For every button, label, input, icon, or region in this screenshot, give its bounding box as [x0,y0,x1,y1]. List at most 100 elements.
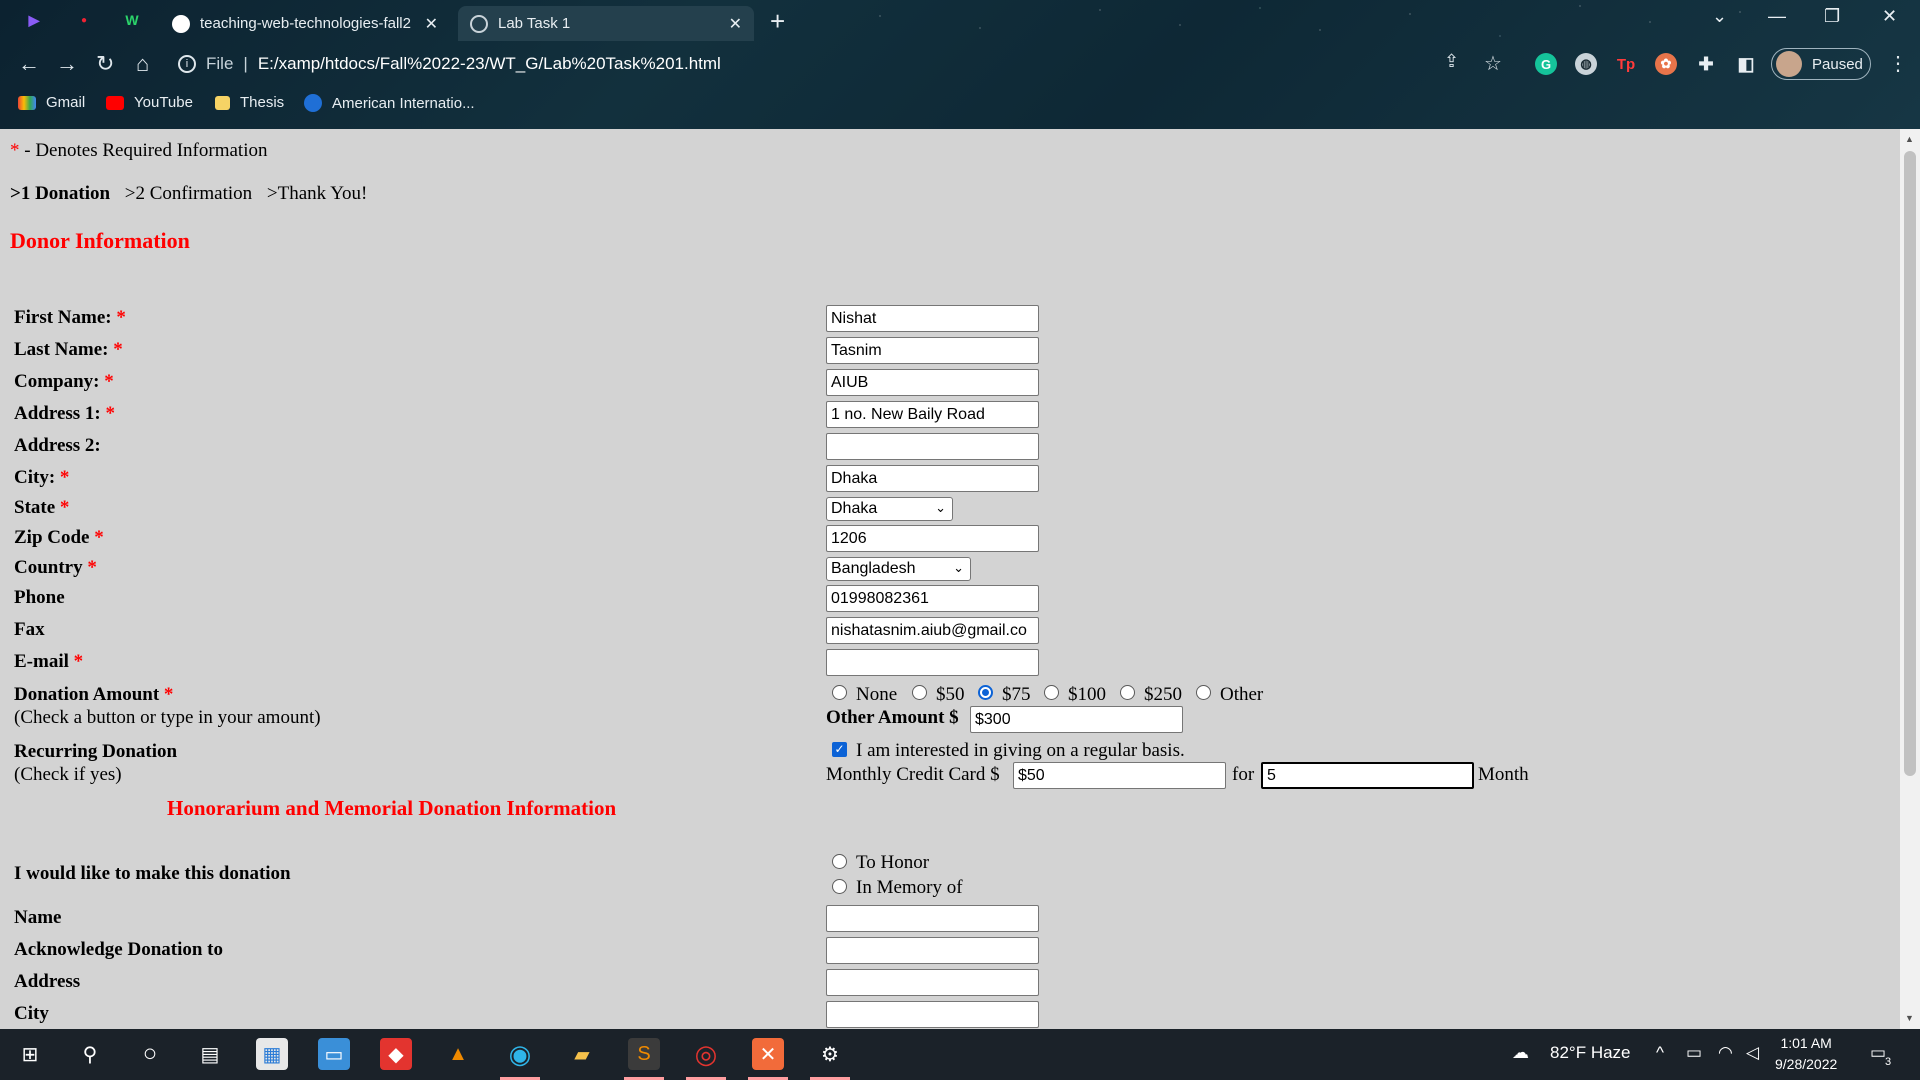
extensions-puzzle-icon[interactable]: ✚ [1695,53,1717,75]
pinned-tab-icon[interactable]: ● [72,8,96,32]
honor-city-label: City [14,1003,49,1024]
other-amount-input[interactable] [970,706,1183,733]
forward-icon[interactable]: → [56,51,78,77]
country-select[interactable]: Bangladesh ⌄ [826,557,971,581]
close-tab-icon[interactable]: ✕ [425,14,438,34]
bookmark-aiub[interactable]: American Internatio... [304,94,475,112]
close-window-button[interactable]: ✕ [1882,6,1897,27]
fax-input[interactable] [826,617,1039,644]
settings-gear-icon[interactable]: ⚙ [814,1038,846,1070]
restore-button[interactable]: ❐ [1824,6,1840,27]
tp-extension-icon[interactable]: Tp [1615,53,1637,75]
tab-search-icon[interactable]: ⌄ [1712,6,1727,27]
git-app-icon[interactable]: ◆ [380,1038,412,1070]
store-icon[interactable]: ▦ [256,1038,288,1070]
pinned-tab-w-icon[interactable]: W [120,8,144,32]
sublime-text-icon[interactable]: S [628,1038,660,1070]
step-donation: >1 Donation [10,183,111,204]
scroll-up-icon[interactable]: ▲ [1905,134,1914,144]
address1-input[interactable] [826,401,1039,428]
zip-input[interactable] [826,525,1039,552]
menu-kebab-icon[interactable]: ⋮ [1888,51,1908,76]
donation-radio-250[interactable] [1120,685,1135,700]
last-name-label: Last Name: * [14,339,123,360]
donation-option-label: None [856,684,898,705]
required-note-text: - Denotes Required Information [24,140,268,161]
profile-button[interactable]: Paused [1771,48,1871,80]
honor-radio-in-memory[interactable] [832,879,847,894]
close-tab-icon[interactable]: ✕ [729,14,742,34]
url-text[interactable]: E:/xamp/htdocs/Fall%2022-23/WT_G/Lab%20T… [258,54,721,74]
tab-github[interactable]: teaching-web-technologies-fall2 ✕ [160,6,450,41]
donation-radio-50[interactable] [912,685,927,700]
tab-lab-task[interactable]: Lab Task 1 ✕ [458,6,754,41]
home-icon[interactable]: ⌂ [136,51,149,77]
globe-icon [470,14,488,33]
file-explorer-icon[interactable]: ▰ [566,1038,598,1070]
volume-icon[interactable]: ◁ [1746,1043,1759,1063]
cortana-icon[interactable]: ○ [134,1038,166,1070]
search-icon[interactable]: ⚲ [74,1038,106,1070]
acknowledge-label: Acknowledge Donation to [14,939,224,960]
donation-radio-100[interactable] [1044,685,1059,700]
months-input[interactable] [1261,762,1474,789]
reload-icon[interactable]: ↻ [96,51,114,77]
email-input[interactable] [826,649,1039,676]
notifications-icon[interactable]: ▭ [1870,1043,1886,1063]
back-icon[interactable]: ← [18,51,40,77]
monthly-amount-input[interactable] [1013,762,1226,789]
city-label: City: * [14,467,70,488]
first-name-input[interactable] [826,305,1039,332]
show-hidden-icons-icon[interactable]: ^ [1656,1043,1664,1063]
scrollbar-thumb[interactable] [1904,151,1916,776]
battery-icon[interactable]: ▭ [1686,1043,1702,1063]
github-icon [172,14,190,33]
state-select[interactable]: Dhaka ⌄ [826,497,953,521]
phone-input[interactable] [826,585,1039,612]
side-panel-icon[interactable]: ◧ [1735,53,1757,75]
last-name-input[interactable] [826,337,1039,364]
remote-desktop-icon[interactable]: ▭ [318,1038,350,1070]
new-tab-button[interactable]: + [770,6,785,37]
scroll-down-icon[interactable]: ▼ [1905,1013,1914,1023]
donation-option-label: Other [1220,684,1264,705]
bookmark-gmail[interactable]: Gmail [18,94,85,111]
windows-start-icon[interactable]: ⊞ [14,1038,46,1070]
honor-name-label: Name [14,907,62,928]
task-view-icon[interactable]: ▤ [194,1038,226,1070]
xampp-icon[interactable]: ✕ [752,1038,784,1070]
city-input[interactable] [826,465,1039,492]
honor-name-input[interactable] [826,905,1039,932]
donation-radio-other[interactable] [1196,685,1211,700]
site-info-icon[interactable]: i [178,55,196,73]
honor-address-input[interactable] [826,969,1039,996]
cookie-extension-icon[interactable]: ✿ [1655,53,1677,75]
acknowledge-input[interactable] [826,937,1039,964]
donation-radio-75[interactable] [978,685,993,700]
media-player-tab-icon[interactable]: ▶ [22,8,46,32]
bookmark-thesis[interactable]: Thesis [215,94,284,111]
donation-radio-none[interactable] [832,685,847,700]
weather-icon[interactable]: ☁ [1512,1043,1529,1063]
vlc-icon[interactable]: ▲ [442,1038,474,1070]
weather-text[interactable]: 82°F Haze [1550,1043,1631,1063]
bookmark-star-icon[interactable]: ☆ [1484,51,1502,76]
page-scrollbar[interactable]: ▲ ▼ [1900,129,1920,1029]
honor-radio-to-honor[interactable] [832,854,847,869]
chrome-icon[interactable]: ◎ [690,1038,722,1070]
wifi-icon[interactable]: ◠ [1718,1043,1733,1063]
edge-icon[interactable]: ◉ [504,1038,536,1070]
address2-input[interactable] [826,433,1039,460]
share-icon[interactable]: ⇪ [1444,51,1459,72]
recurring-checkbox[interactable]: ✓ [832,742,847,757]
donation-amount-label: Donation Amount * [14,684,174,705]
first-name-label: First Name: * [14,307,126,328]
honor-city-input[interactable] [826,1001,1039,1028]
company-input[interactable] [826,369,1039,396]
grammarly-icon[interactable]: G [1535,53,1557,75]
bookmark-youtube[interactable]: YouTube [106,94,193,111]
minimize-button[interactable]: — [1768,6,1786,27]
system-clock[interactable]: 1:01 AM 9/28/2022 [1775,1033,1837,1075]
address-bar[interactable]: i File | E:/xamp/htdocs/Fall%2022-23/WT_… [178,47,1428,81]
globe-extension-icon[interactable]: ◍ [1575,53,1597,75]
